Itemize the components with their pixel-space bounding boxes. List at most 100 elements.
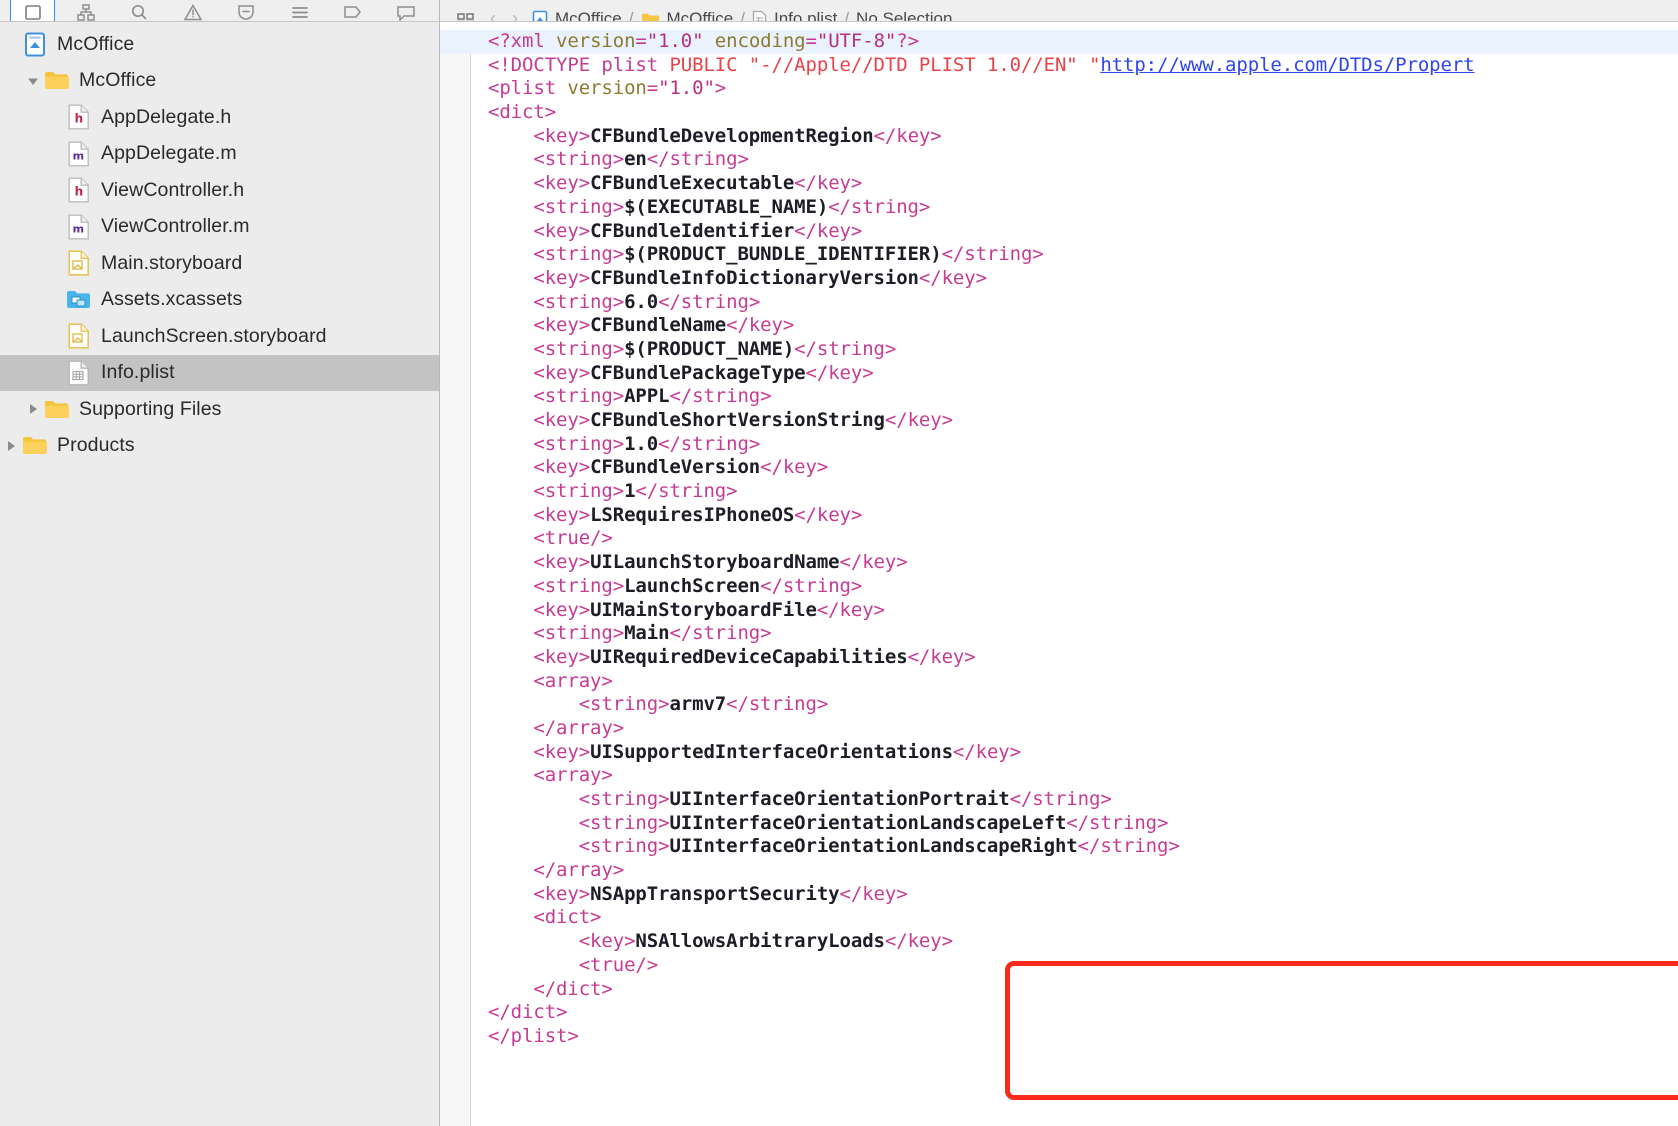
related-items-icon[interactable] (456, 11, 476, 21)
symbol-navigator-icon[interactable] (59, 0, 112, 21)
code-line[interactable]: <key>CFBundleInfoDictionaryVersion</key> (488, 267, 1678, 291)
navigator-toolbar (0, 0, 439, 22)
code-line[interactable]: <dict> (488, 906, 1678, 930)
debug-navigator-icon[interactable] (273, 0, 326, 21)
report-navigator-icon[interactable] (380, 0, 433, 21)
file-tree-row[interactable]: McOffice (0, 26, 439, 63)
code-line[interactable]: <key>CFBundleExecutable</key> (488, 172, 1678, 196)
code-line[interactable]: <string>UIInterfaceOrientationPortrait</… (488, 788, 1678, 812)
file-tree-row[interactable]: Info.plist (0, 354, 439, 391)
code-line[interactable]: <string>armv7</string> (488, 693, 1678, 717)
code-token: </key> (839, 551, 908, 574)
code-line[interactable]: </dict> (488, 1001, 1678, 1025)
code-line[interactable]: <key>UIRequiredDeviceCapabilities</key> (488, 646, 1678, 670)
file-tree-row[interactable]: Products (0, 428, 439, 465)
code-line[interactable]: <key>UILaunchStoryboardName</key> (488, 551, 1678, 575)
disclosure-triangle-closed-icon[interactable] (0, 439, 22, 453)
code-line[interactable]: <array> (488, 670, 1678, 694)
code-line[interactable]: <true/> (488, 954, 1678, 978)
file-tree-row[interactable]: m AppDelegate.m (0, 136, 439, 173)
code-token: CFBundleVersion (590, 456, 761, 479)
code-line[interactable]: <key>CFBundleShortVersionString</key> (488, 409, 1678, 433)
code-line[interactable]: <key>CFBundleName</key> (488, 314, 1678, 338)
code-token: UIRequiredDeviceCapabilities (590, 645, 908, 668)
code-token: <key> (488, 882, 591, 905)
issue-navigator-icon[interactable] (166, 0, 219, 21)
file-tree-row[interactable]: m ViewController.m (0, 209, 439, 246)
code-line[interactable]: </plist> (488, 1025, 1678, 1049)
code-line[interactable]: </dict> (488, 978, 1678, 1002)
code-token: UIInterfaceOrientationLandscapeLeft (669, 811, 1067, 834)
code-line[interactable]: <string>en</string> (488, 148, 1678, 172)
code-token: </string> (726, 693, 829, 716)
code-line[interactable]: <key>NSAppTransportSecurity</key> (488, 883, 1678, 907)
project-navigator-icon[interactable] (6, 0, 59, 21)
code-lines[interactable]: <?xml version="1.0" encoding="UTF-8"?> <!… (440, 22, 1678, 1049)
code-line[interactable]: <string>1</string> (488, 480, 1678, 504)
test-navigator-icon[interactable] (220, 0, 273, 21)
code-token: LSRequiresIPhoneOS (590, 503, 795, 526)
code-line[interactable]: <string>1.0</string> (488, 433, 1678, 457)
code-line[interactable]: <key>UISupportedInterfaceOrientations</k… (488, 741, 1678, 765)
code-line[interactable]: <key>UIMainStoryboardFile</key> (488, 599, 1678, 623)
file-tree-row[interactable]: LaunchScreen.storyboard (0, 318, 439, 355)
code-line[interactable]: <string>Main</string> (488, 622, 1678, 646)
breakpoint-navigator-icon[interactable] (326, 0, 379, 21)
code-line[interactable]: <key>LSRequiresIPhoneOS</key> (488, 504, 1678, 528)
disclosure-triangle-open-icon[interactable] (22, 74, 44, 88)
code-line[interactable]: </array> (488, 859, 1678, 883)
breadcrumb-item-group[interactable]: McOffice (641, 9, 733, 21)
code-line[interactable]: <string>LaunchScreen</string> (488, 575, 1678, 599)
code-line[interactable]: <string>$(EXECUTABLE_NAME)</string> (488, 196, 1678, 220)
code-line[interactable]: <key>NSAllowsArbitraryLoads</key> (488, 930, 1678, 954)
code-line[interactable]: <string>UIInterfaceOrientationLandscapeR… (488, 835, 1678, 859)
dtd-url-link[interactable]: http://www.apple.com/DTDs/Propert (1100, 54, 1474, 76)
file-tree-row[interactable]: Supporting Files (0, 391, 439, 428)
code-token: UISupportedInterfaceOrientations (590, 740, 953, 763)
code-line[interactable]: <string>$(PRODUCT_BUNDLE_IDENTIFIER)</st… (488, 243, 1678, 267)
project-file-tree[interactable]: McOffice McOffice h AppDelegate.h m AppDelega… (0, 22, 439, 1126)
code-token: <key> (488, 551, 591, 574)
file-tree-row[interactable]: Main.storyboard (0, 245, 439, 282)
disclosure-triangle-closed-icon[interactable] (22, 402, 44, 416)
code-token: <string> (488, 574, 625, 597)
code-line[interactable]: <plist version="1.0"> (488, 77, 1678, 101)
code-token: </key> (794, 219, 863, 242)
breadcrumb-item-file[interactable]: Info.plist (752, 9, 837, 21)
code-line[interactable]: </array> (488, 717, 1678, 741)
code-token: </key> (805, 361, 874, 384)
code-token: <?xml (488, 30, 557, 52)
code-line[interactable]: <key>CFBundleDevelopmentRegion</key> (488, 125, 1678, 149)
breadcrumb-item-selection[interactable]: No Selection (856, 9, 952, 21)
code-line[interactable]: <key>CFBundlePackageType</key> (488, 362, 1678, 386)
forward-arrow-icon[interactable]: › (512, 8, 518, 21)
code-line[interactable]: <string>UIInterfaceOrientationLandscapeL… (488, 812, 1678, 836)
code-token: UIInterfaceOrientationLandscapeRight (669, 835, 1078, 858)
code-line[interactable]: <?xml version="1.0" encoding="UTF-8"?> (440, 30, 1678, 54)
code-line[interactable]: <array> (488, 764, 1678, 788)
code-line[interactable]: <string>APPL</string> (488, 385, 1678, 409)
code-line[interactable]: <!DOCTYPE plist PUBLIC "-//Apple//DTD PL… (488, 54, 1678, 78)
code-line[interactable]: <key>CFBundleIdentifier</key> (488, 220, 1678, 244)
file-tree-row[interactable]: h AppDelegate.h (0, 99, 439, 136)
code-line[interactable]: <string>$(PRODUCT_NAME)</string> (488, 338, 1678, 362)
file-tree-row[interactable]: McOffice (0, 63, 439, 100)
code-token: <string> (488, 622, 625, 645)
code-editor[interactable]: <?xml version="1.0" encoding="UTF-8"?> <!… (440, 22, 1678, 1126)
code-line[interactable]: <key>CFBundleVersion</key> (488, 456, 1678, 480)
code-token: CFBundleIdentifier (590, 219, 795, 242)
code-token: </string> (635, 480, 738, 503)
code-token: <string> (488, 148, 625, 171)
file-tree-row-label: Supporting Files (79, 397, 222, 420)
search-navigator-icon[interactable] (113, 0, 166, 21)
breadcrumb-item-project[interactable]: McOffice (532, 9, 622, 21)
jump-bar-nav-arrows[interactable]: ‹ › (490, 8, 518, 21)
back-arrow-icon[interactable]: ‹ (490, 8, 496, 21)
code-token: </string> (794, 337, 897, 360)
storyboard-file-icon (66, 250, 92, 276)
code-line[interactable]: <true/> (488, 527, 1678, 551)
code-line[interactable]: <dict> (488, 101, 1678, 125)
code-line[interactable]: <string>6.0</string> (488, 291, 1678, 315)
file-tree-row[interactable]: h ViewController.h (0, 172, 439, 209)
file-tree-row[interactable]: Assets.xcassets (0, 282, 439, 319)
